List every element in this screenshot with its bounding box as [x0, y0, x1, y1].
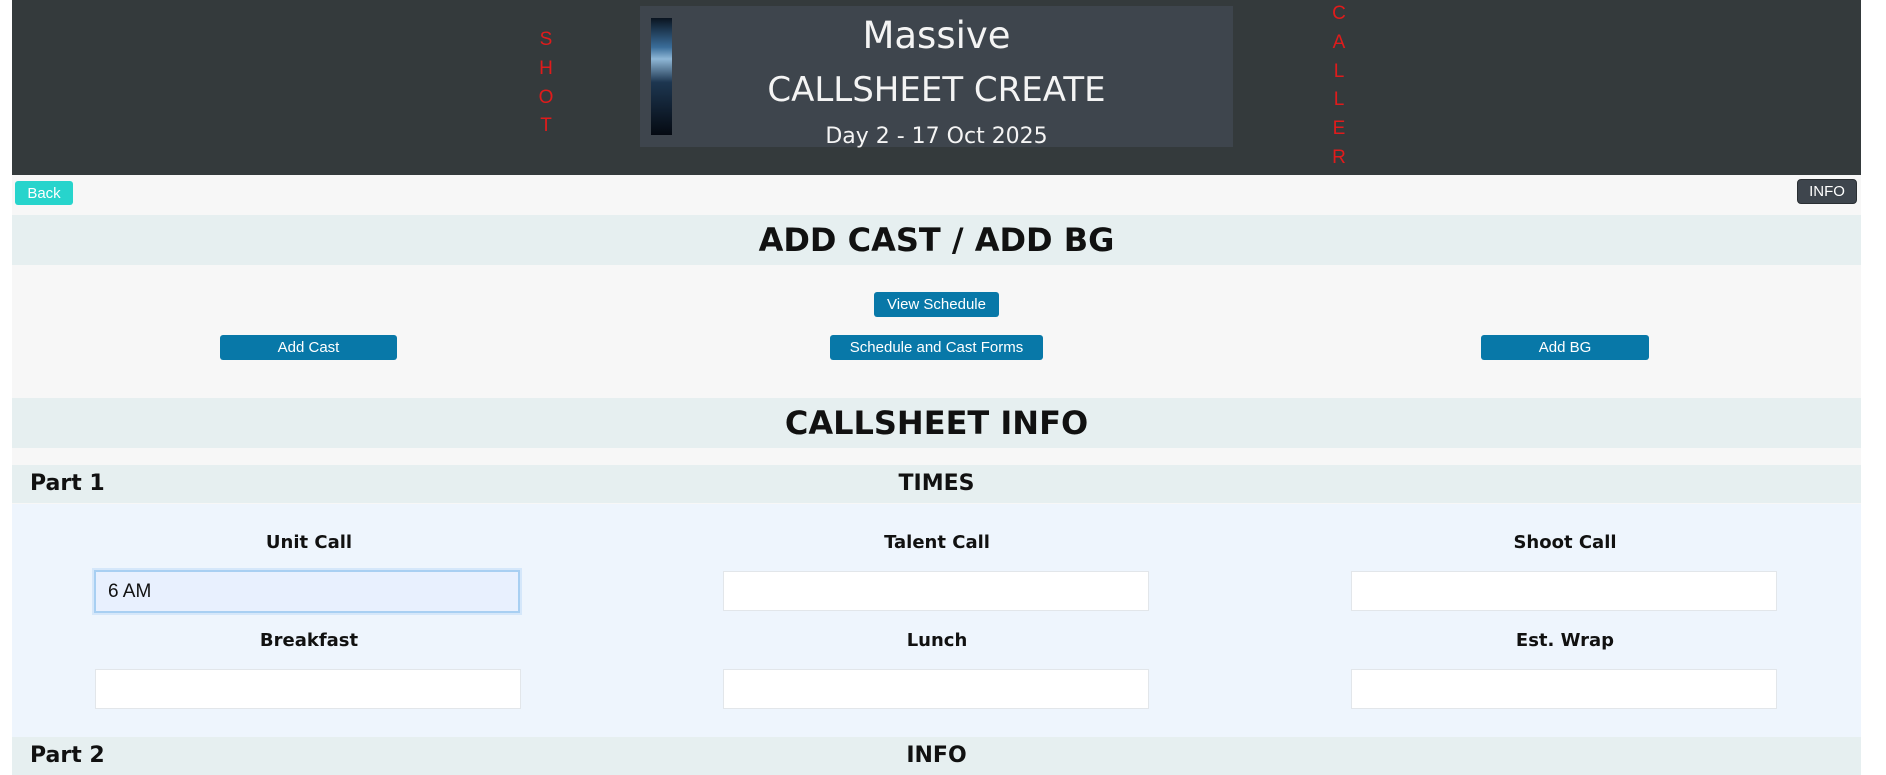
talent-call-label: Talent Call: [884, 532, 990, 553]
part2-heading: INFO: [906, 743, 967, 768]
shot-vertical-text: S H O T: [536, 26, 556, 141]
part2-header: INFO Part 2: [12, 737, 1861, 775]
part1-header: TIMES Part 1: [12, 465, 1861, 503]
add-cast-button[interactable]: Add Cast: [220, 335, 397, 360]
schedule-and-cast-forms-button[interactable]: Schedule and Cast Forms: [830, 335, 1043, 360]
breakfast-label: Breakfast: [259, 630, 359, 651]
part1-heading: TIMES: [898, 471, 975, 496]
lunch-label: Lunch: [906, 630, 968, 651]
shoot-day-date: Day 2 - 17 Oct 2025: [825, 124, 1048, 149]
breakfast-input[interactable]: [95, 669, 521, 709]
shoot-call-input[interactable]: [1351, 571, 1777, 611]
add-bg-button[interactable]: Add BG: [1481, 335, 1649, 360]
page-title: CALLSHEET CREATE: [767, 70, 1106, 110]
app-header: S H O T Massive CALLSHEET CREATE Day 2 -…: [12, 0, 1861, 175]
lunch-input[interactable]: [723, 669, 1149, 709]
production-title: Massive: [862, 14, 1011, 57]
caller-letter: R: [1332, 146, 1346, 168]
unit-call-label: Unit Call: [265, 532, 353, 553]
title-banner: Massive CALLSHEET CREATE Day 2 - 17 Oct …: [640, 6, 1233, 149]
shot-letter: O: [538, 86, 554, 108]
caller-letter: L: [1333, 89, 1345, 111]
page: S H O T Massive CALLSHEET CREATE Day 2 -…: [12, 0, 1861, 775]
info-button[interactable]: INFO: [1797, 179, 1857, 204]
shot-letter: H: [539, 57, 553, 79]
callsheet-info-header: CALLSHEET INFO: [12, 398, 1861, 448]
est-wrap-label: Est. Wrap: [1515, 630, 1615, 651]
talent-call-input[interactable]: [723, 571, 1149, 611]
caller-letter: C: [1332, 3, 1346, 24]
caller-letter: A: [1332, 31, 1346, 53]
times-form: Unit Call Talent Call Shoot Call Breakfa…: [12, 504, 1861, 738]
callsheet-info-title: CALLSHEET INFO: [784, 404, 1089, 442]
unit-call-input[interactable]: [94, 570, 520, 613]
caller-letter: E: [1332, 118, 1346, 140]
shot-letter: S: [539, 29, 553, 50]
view-schedule-button[interactable]: View Schedule: [874, 292, 999, 317]
part2-label: Part 2: [30, 743, 105, 768]
shoot-call-label: Shoot Call: [1513, 532, 1617, 553]
caller-vertical-text: C A L L E R: [1329, 0, 1349, 173]
est-wrap-input[interactable]: [1351, 669, 1777, 709]
shot-letter: T: [540, 115, 552, 137]
caller-letter: L: [1333, 60, 1345, 82]
part1-label: Part 1: [30, 471, 105, 496]
back-button[interactable]: Back: [15, 181, 73, 205]
cast-section-header: ADD CAST / ADD BG: [12, 215, 1861, 265]
cast-section-title: ADD CAST / ADD BG: [758, 221, 1115, 259]
